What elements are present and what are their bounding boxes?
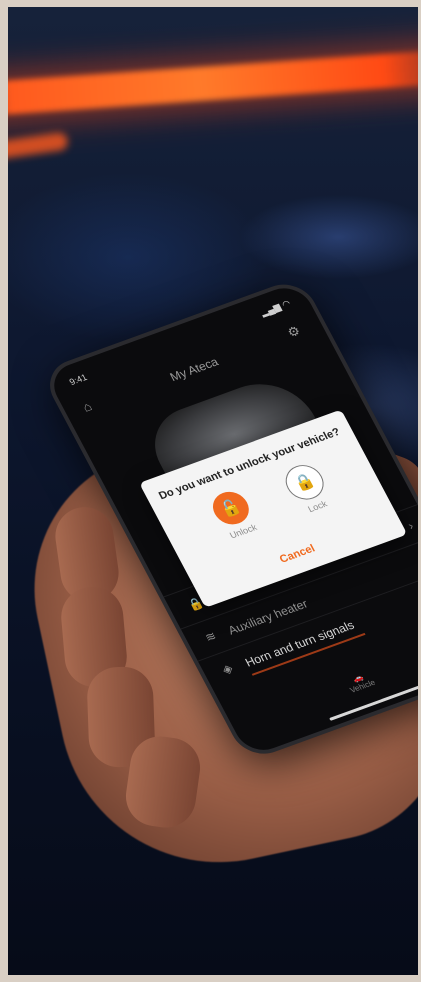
- chevron-right-icon: ›: [405, 518, 416, 533]
- unlock-icon: 🔓: [206, 487, 255, 530]
- signal-icon: ▂▄▆ ◠: [258, 298, 293, 318]
- tail-light-glow: [8, 131, 69, 161]
- tail-light-streak: [8, 46, 418, 118]
- lock-icon: 🔒: [279, 460, 331, 505]
- lock-button[interactable]: 🔒 Lock: [268, 456, 354, 532]
- tab-vehicle[interactable]: 🚗 Vehicle: [344, 670, 377, 695]
- status-time: 9:41: [67, 372, 89, 388]
- heater-icon: ≋: [202, 628, 219, 645]
- background-photo: 9:41 ▂▄▆ ◠ ⌂ My Ateca ⚙ 🔒 Vehicle locked…: [8, 7, 418, 975]
- horn-icon: ◈: [219, 661, 236, 677]
- unlock-button[interactable]: 🔓 Unlock: [195, 483, 281, 559]
